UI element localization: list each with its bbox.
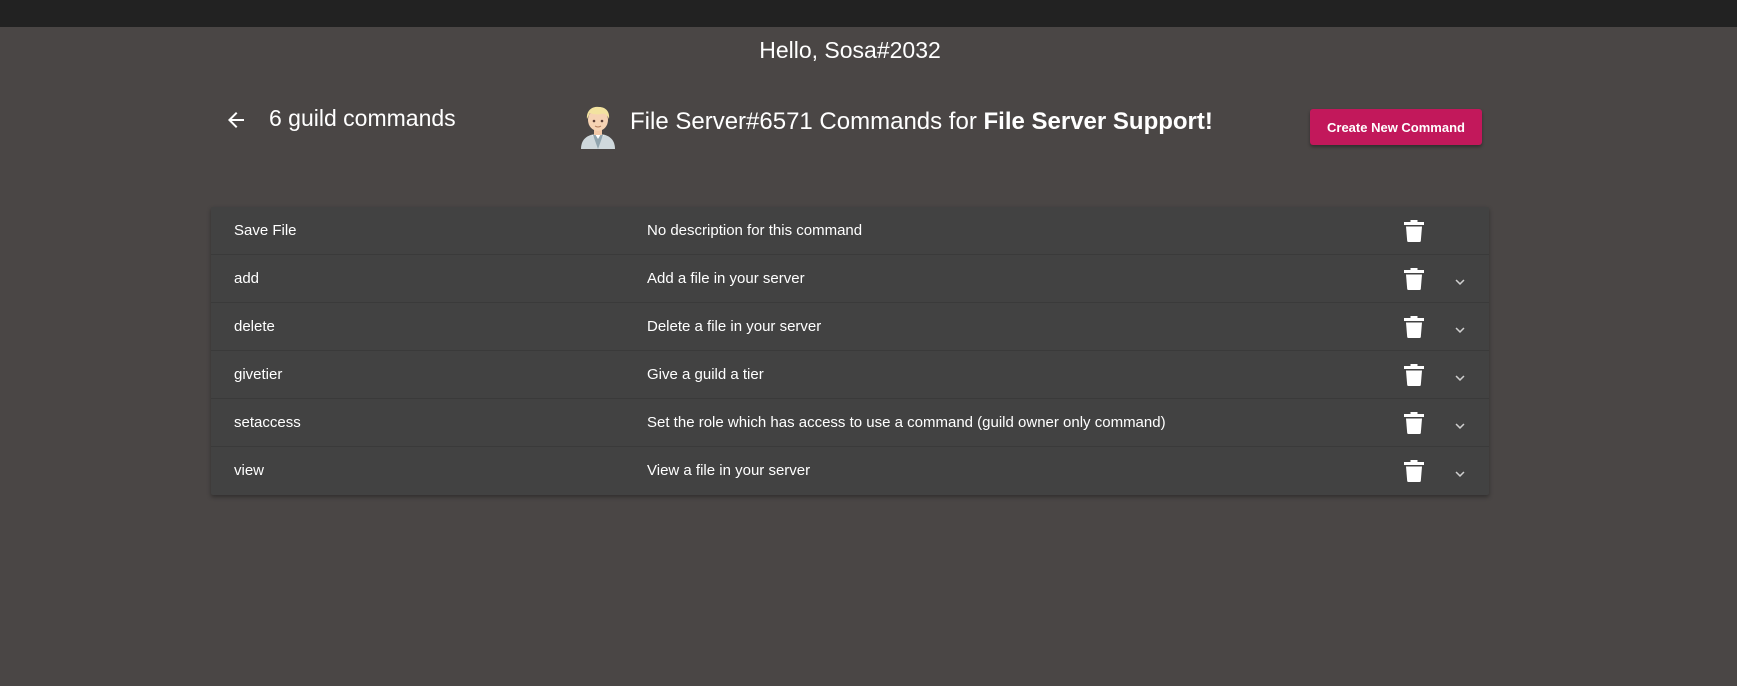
trash-icon[interactable] (1404, 364, 1424, 386)
command-row[interactable]: add Add a file in your server (211, 255, 1489, 303)
command-description: Delete a file in your server (647, 318, 822, 335)
command-row[interactable]: givetier Give a guild a tier (211, 351, 1489, 399)
command-description: Give a guild a tier (647, 366, 764, 383)
command-row[interactable]: delete Delete a file in your server (211, 303, 1489, 351)
command-name: delete (234, 318, 275, 335)
chevron-down-icon[interactable] (1451, 417, 1469, 435)
trash-icon[interactable] (1404, 412, 1424, 434)
top-bar (0, 0, 1737, 27)
trash-icon[interactable] (1404, 268, 1424, 290)
chevron-down-icon[interactable] (1451, 465, 1469, 483)
back-arrow-icon[interactable] (224, 108, 248, 132)
command-name: add (234, 270, 260, 287)
create-new-command-button[interactable]: Create New Command (1310, 109, 1482, 145)
command-name: Save File (234, 222, 297, 239)
commands-table: Save File No description for this command… (211, 207, 1489, 495)
trash-icon[interactable] (1404, 316, 1424, 338)
trash-icon[interactable] (1404, 460, 1424, 482)
trash-icon[interactable] (1404, 220, 1424, 242)
guild-name: File Server Support! (983, 108, 1213, 135)
commands-for-text: Commands for (812, 108, 984, 135)
chevron-down-icon[interactable] (1451, 369, 1469, 387)
chevron-down-icon[interactable] (1451, 273, 1469, 291)
command-description: View a file in your server (647, 462, 811, 479)
command-description: Set the role which has access to use a c… (647, 414, 1166, 431)
command-row[interactable]: Save File No description for this command (211, 207, 1489, 255)
greeting-text: Hello, Sosa#2032 (759, 37, 941, 63)
command-description: No description for this command (647, 222, 863, 239)
page-title: File Server#6571 Commands for File Serve… (630, 107, 1213, 137)
command-name: view (234, 462, 265, 479)
bot-name: File Server#6571 (630, 108, 813, 135)
bot-avatar (581, 106, 615, 149)
command-row[interactable]: setaccess Set the role which has access t… (211, 399, 1489, 447)
command-description: Add a file in your server (647, 270, 805, 287)
command-name: givetier (234, 366, 283, 383)
command-name: setaccess (234, 414, 301, 431)
command-row[interactable]: view View a file in your server (211, 447, 1489, 495)
chevron-down-icon[interactable] (1451, 321, 1469, 339)
guild-command-count: 6 guild commands (269, 105, 456, 131)
